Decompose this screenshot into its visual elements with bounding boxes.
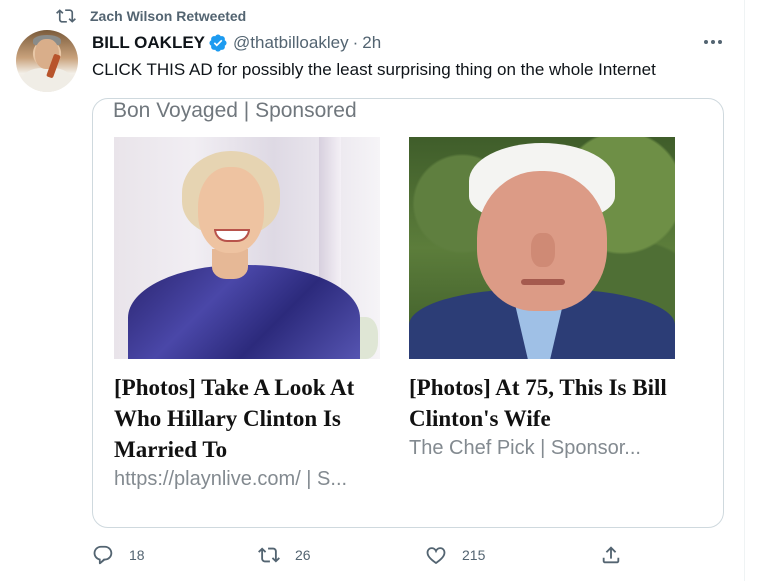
ad-source: The Chef Pick | Sponsor... — [409, 437, 641, 459]
more-dot-icon — [704, 40, 708, 44]
ad-title[interactable]: [Photos] At 75, This Is Bill Clinton's W… — [409, 372, 675, 434]
avatar[interactable] — [16, 30, 78, 92]
ad-title[interactable]: [Photos] Take A Look At Who Hillary Clin… — [114, 372, 380, 465]
card-sponsor-header: Bon Voyaged | Sponsored — [113, 99, 357, 122]
heart-icon — [426, 547, 446, 564]
ad-item-bill[interactable]: [Photos] At 75, This Is Bill Clinton's W… — [409, 137, 675, 460]
tweet-text: CLICK THIS AD for possibly the least sur… — [92, 60, 656, 79]
tweet-header: BILL OAKLEY @thatbilloakley · 2h — [92, 31, 381, 55]
ad-image-hillary — [114, 137, 380, 359]
like-count: 215 — [462, 547, 486, 563]
share-button[interactable] — [600, 542, 622, 568]
reply-icon — [93, 545, 113, 565]
ad-item-hillary[interactable]: [Photos] Take A Look At Who Hillary Clin… — [114, 137, 380, 491]
timeline-divider — [744, 0, 745, 581]
more-options-button[interactable] — [702, 32, 724, 52]
share-icon — [602, 546, 620, 564]
retweet-button[interactable]: 26 — [258, 542, 311, 568]
verified-badge-icon — [209, 34, 227, 52]
author-name[interactable]: BILL OAKLEY — [92, 33, 205, 53]
reply-button[interactable]: 18 — [92, 542, 145, 568]
tweet-actions: 18 26 215 — [92, 542, 732, 568]
retweet-count: 26 — [295, 547, 311, 563]
sponsored-screenshot-card[interactable]: Bon Voyaged | Sponsored [Photos] Take A … — [92, 98, 724, 528]
retweeted-by-text: Zach Wilson Retweeted — [90, 8, 247, 24]
ad-source: https://playnlive.com/ | S... — [114, 468, 348, 490]
separator-dot: · — [352, 33, 359, 52]
like-button[interactable]: 215 — [425, 542, 485, 568]
ad-image-bill — [409, 137, 675, 359]
retweet-icon — [258, 547, 280, 563]
reply-count: 18 — [129, 547, 145, 563]
retweet-context[interactable]: Zach Wilson Retweeted — [56, 6, 246, 26]
tweet-timestamp[interactable]: 2h — [362, 33, 381, 53]
retweet-icon — [56, 9, 76, 23]
author-handle[interactable]: @thatbilloakley — [233, 33, 349, 53]
